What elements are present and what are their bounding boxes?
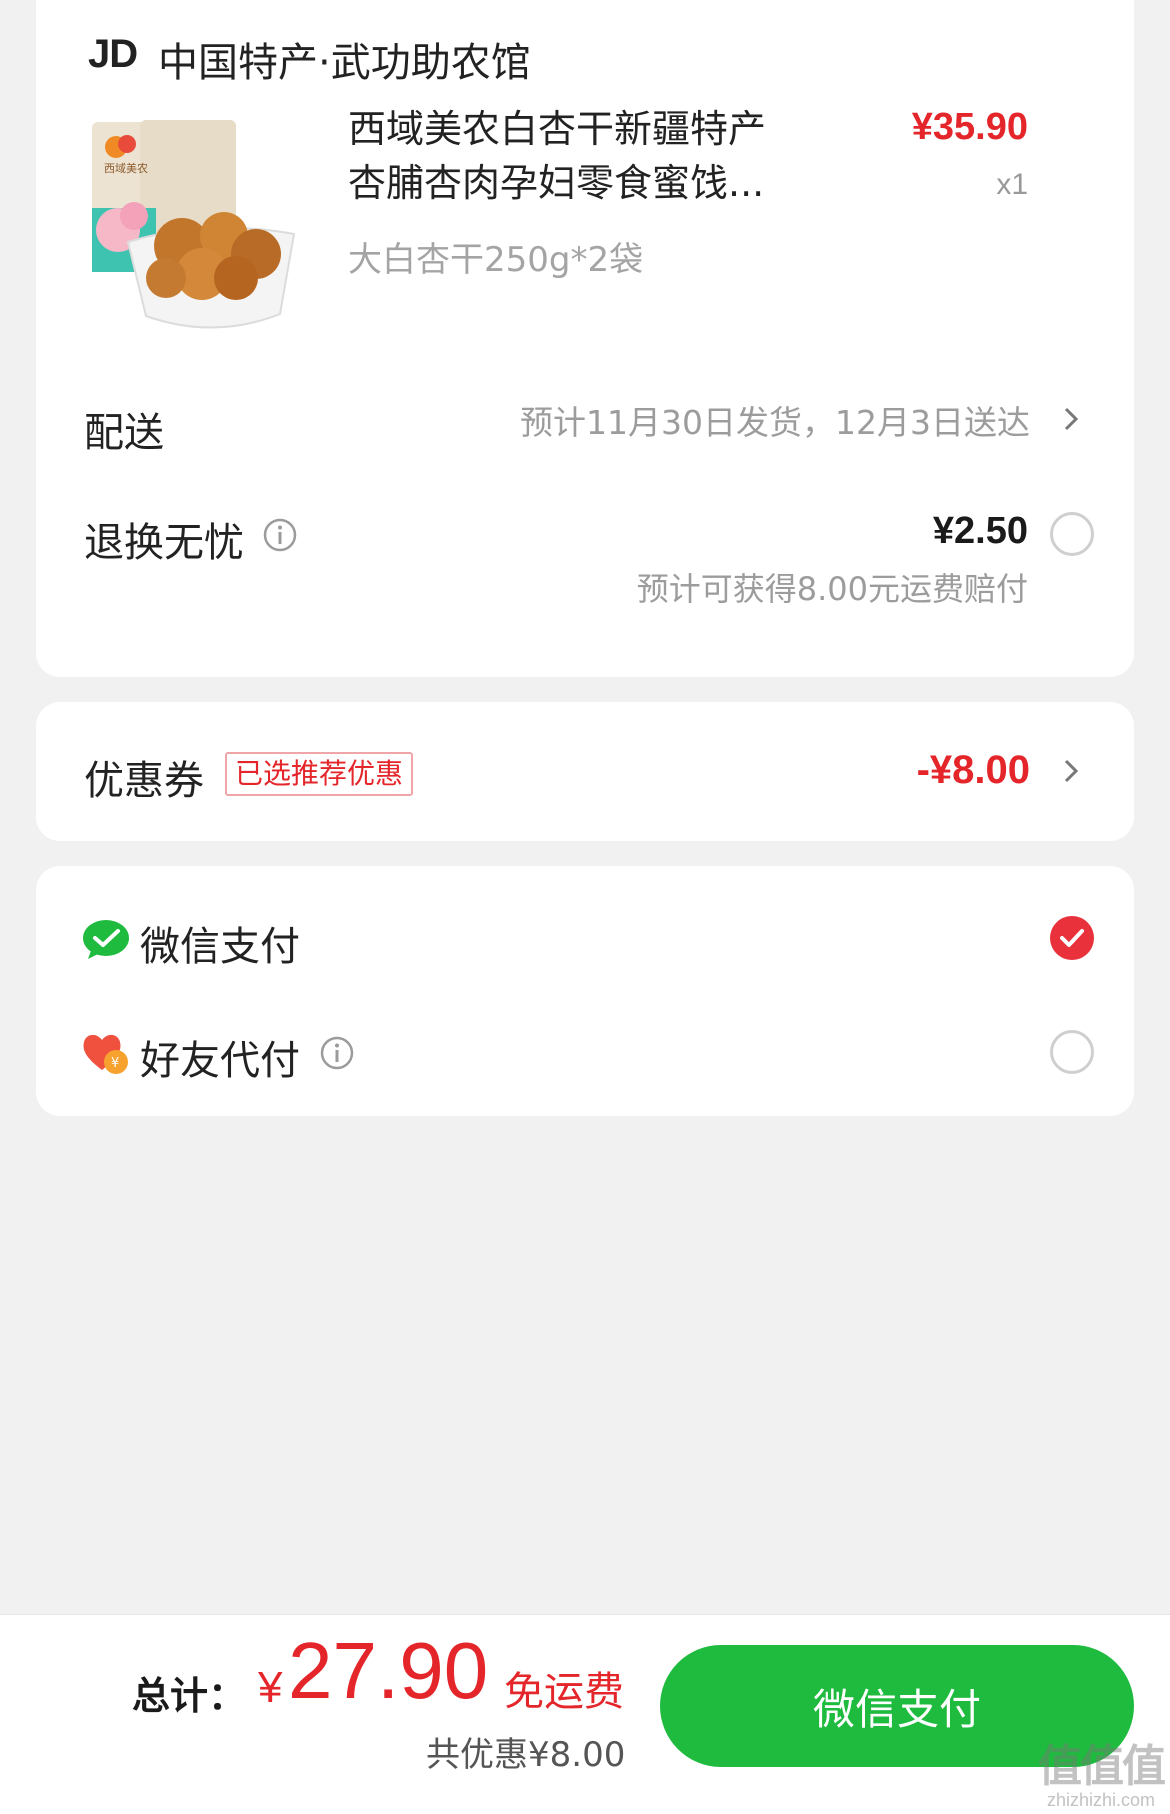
friend-pay-heart-icon: ¥ — [83, 1034, 128, 1074]
coupon-discount-value: -¥8.00 — [916, 748, 1030, 792]
payment-option-friend[interactable]: ¥ 好友代付 — [36, 1004, 1134, 1104]
product-thumbnail[interactable]: 西域美农 — [84, 114, 314, 344]
free-shipping-label: 免运费 — [504, 1669, 624, 1715]
watermark-site: zhizhizhi.com — [1046, 1790, 1156, 1810]
jd-logo: JD — [88, 32, 138, 76]
watermark-mark: 值值值 — [1038, 1742, 1166, 1791]
return-service-row: 退换无忧 ¥2.50 预计可获得8.00元运费赔付 — [36, 486, 1134, 608]
total-currency: ¥ — [258, 1663, 283, 1712]
checkout-bar: 总计： ¥ 27.90 免运费 共优惠¥8.00 微信支付 值值值 zhizhi… — [0, 1614, 1170, 1814]
order-card: JD 中国特产·武功助农馆 西域美农 西域美农白杏干新疆特产杏脯杏肉孕妇零食蜜饯… — [36, 0, 1134, 677]
product-price: ¥35.90 — [911, 106, 1028, 148]
return-service-label: 退换无忧 — [84, 520, 244, 566]
friend-pay-radio[interactable] — [1050, 1030, 1094, 1074]
wechat-pay-icon — [83, 920, 129, 959]
coupon-recommended-tag: 已选推荐优惠 — [225, 752, 414, 796]
info-icon[interactable] — [263, 518, 297, 552]
total-discount: 共优惠¥8.00 — [426, 1735, 626, 1775]
coupon-row[interactable]: 优惠券 已选推荐优惠 -¥8.00 — [36, 702, 1134, 841]
wechat-pay-radio[interactable] — [1050, 916, 1094, 960]
return-service-price: ¥2.50 — [932, 510, 1028, 552]
chevron-right-icon — [1064, 407, 1079, 431]
payment-method-list: 微信支付 ¥ 好友代付 — [36, 866, 1134, 1116]
product-quantity: x1 — [996, 168, 1028, 201]
check-icon — [1060, 929, 1084, 947]
watermark: 值值值 zhizhizhi.com — [1038, 1742, 1166, 1811]
product-spec: 大白杏干250g*2袋 — [348, 240, 644, 280]
return-service-note: 预计可获得8.00元运费赔付 — [636, 570, 1028, 608]
chevron-right-icon — [1064, 759, 1079, 783]
total-amount: 27.90 — [288, 1626, 489, 1715]
payment-option-label: 微信支付 — [140, 924, 300, 970]
svg-text:¥: ¥ — [111, 1056, 119, 1071]
info-icon[interactable] — [320, 1036, 354, 1070]
return-service-radio[interactable] — [1050, 512, 1094, 556]
store-name[interactable]: 中国特产·武功助农馆 — [158, 30, 531, 88]
delivery-label: 配送 — [84, 410, 164, 456]
coupon-label: 优惠券 — [84, 758, 204, 804]
total-label: 总计： — [132, 1674, 247, 1718]
package-brand-label: 西域美农 — [104, 161, 148, 175]
delivery-estimate: 预计11月30日发货，12月3日送达 — [520, 403, 1030, 442]
delivery-row[interactable]: 配送 预计11月30日发货，12月3日送达 — [36, 376, 1134, 456]
product-title[interactable]: 西域美农白杏干新疆特产杏脯杏肉孕妇零食蜜饯... — [348, 102, 788, 210]
payment-option-wechat[interactable]: 微信支付 — [36, 890, 1134, 990]
payment-option-label: 好友代付 — [140, 1038, 300, 1084]
